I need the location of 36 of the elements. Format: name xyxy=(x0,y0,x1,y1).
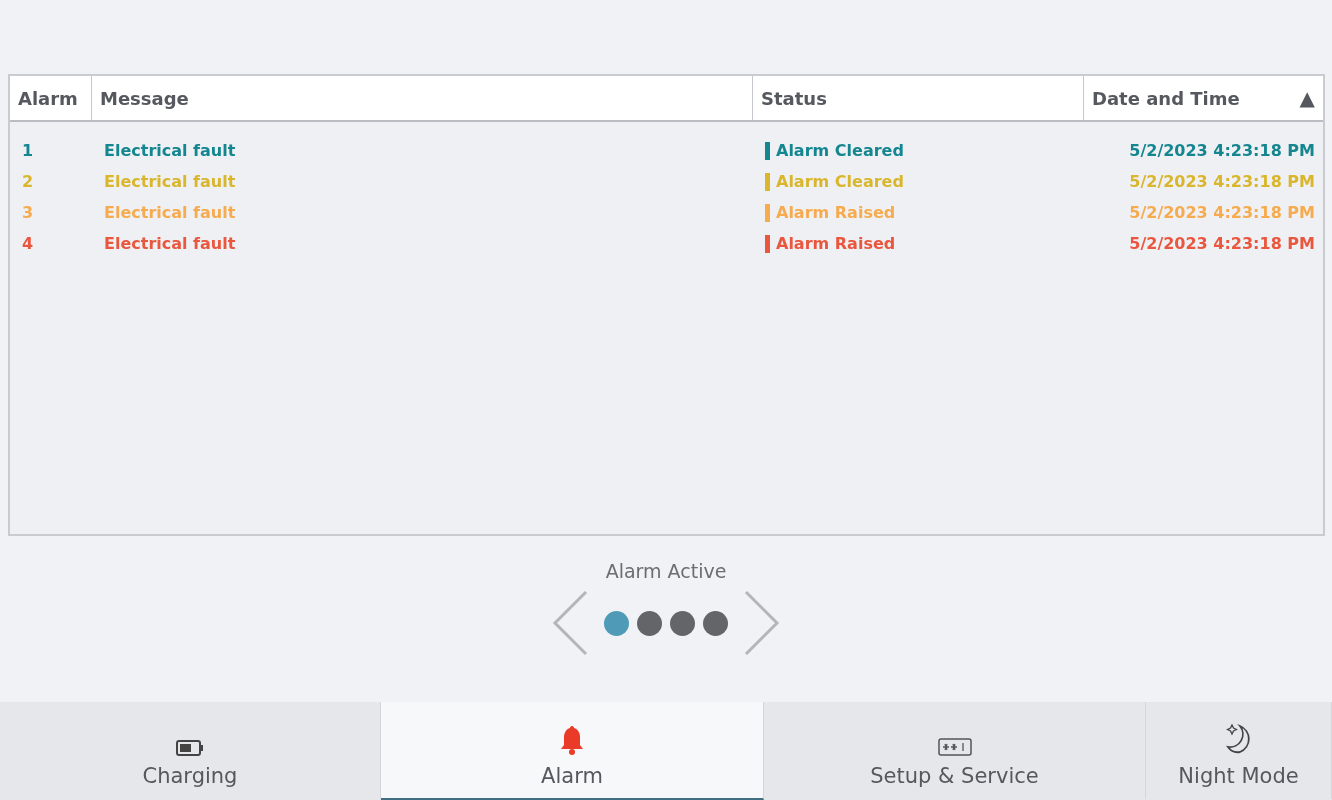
bell-icon xyxy=(559,724,585,756)
nav-label: Setup & Service xyxy=(870,764,1039,788)
table-cell-text: 3 xyxy=(21,203,35,222)
table-cell-text: 1 xyxy=(21,141,35,160)
table-cell-text: 5/2/2023 4:23:18 PM xyxy=(1128,172,1316,191)
column-header[interactable]: Message xyxy=(92,76,753,120)
keyboard-icon xyxy=(937,738,972,756)
table-cell-text: 4 xyxy=(21,234,35,253)
table-cell-text: Electrical fault xyxy=(103,141,237,160)
table-cell-text: 5/2/2023 4:23:18 PM xyxy=(1128,234,1316,253)
page-dot[interactable] xyxy=(703,610,728,636)
page-dot[interactable] xyxy=(637,610,662,636)
table-cell: Alarm Cleared xyxy=(776,172,904,191)
column-header[interactable]: Status xyxy=(753,76,1084,120)
nav-tab[interactable]: Night Mode xyxy=(1146,702,1332,800)
nav-tab[interactable]: Setup & Service xyxy=(764,702,1146,800)
nav-label: Night Mode xyxy=(1178,764,1299,788)
table-cell-text: 5/2/2023 4:23:18 PM xyxy=(1128,141,1316,160)
table-cell-text: 5/2/2023 4:23:18 PM xyxy=(1128,203,1316,222)
table-cell-text: 2 xyxy=(21,172,35,191)
page-dot[interactable] xyxy=(670,610,695,636)
nav-label: Alarm xyxy=(541,764,603,788)
table-cell-text: Electrical fault xyxy=(103,234,237,253)
battery-icon xyxy=(176,740,204,756)
pager-label: Alarm Active xyxy=(605,560,727,582)
column-header[interactable]: Date and Time xyxy=(1092,87,1240,109)
table-cell-text: Electrical fault xyxy=(103,203,237,222)
column-header[interactable]: Alarm xyxy=(10,76,92,120)
page-dot[interactable] xyxy=(604,610,629,636)
table-cell-text: Electrical fault xyxy=(103,172,237,191)
table-cell: Alarm Raised xyxy=(776,203,896,222)
nav-tab[interactable]: Alarm xyxy=(381,702,764,800)
table-cell: Alarm Cleared xyxy=(776,141,904,160)
nav-label: Charging xyxy=(142,764,238,788)
sort-indicator[interactable]: ▲ xyxy=(1299,86,1315,110)
table-cell: Alarm Raised xyxy=(776,234,896,253)
